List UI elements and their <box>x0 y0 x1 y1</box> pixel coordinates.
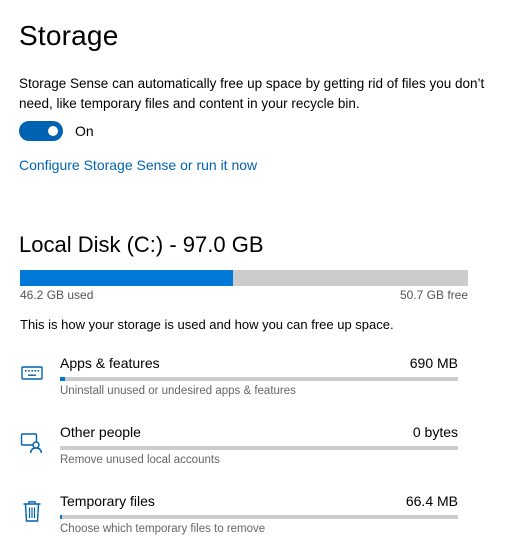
category-size: 66.4 MB <box>405 493 458 509</box>
storage-sense-description: Storage Sense can automatically free up … <box>19 76 485 111</box>
disk-used-label: 46.2 GB used <box>20 288 94 302</box>
disk-usage-bar-fill <box>20 270 234 286</box>
category-size: 690 MB <box>409 355 458 371</box>
toggle-knob <box>48 126 58 136</box>
category-temporary-files[interactable]: Temporary files 66.4 MB Choose which tem… <box>20 493 458 543</box>
storage-sense-toggle[interactable] <box>19 121 63 141</box>
category-description: Remove unused local accounts <box>60 454 220 466</box>
configure-storage-sense-link[interactable]: Configure Storage Sense or run it now <box>19 157 257 173</box>
keyboard-icon <box>20 361 44 385</box>
category-usage-bar-fill <box>60 515 63 519</box>
category-description: Uninstall unused or undesired apps & fea… <box>60 385 296 397</box>
category-usage-bar <box>60 446 458 450</box>
category-name: Other people <box>60 424 141 440</box>
category-apps-features[interactable]: Apps & features 690 MB Uninstall unused … <box>20 355 458 405</box>
people-icon <box>20 430 44 454</box>
category-description: Choose which temporary files to remove <box>60 523 266 535</box>
disk-free-label: 50.7 GB free <box>399 288 468 302</box>
category-other-people[interactable]: Other people 0 bytes Remove unused local… <box>20 424 458 474</box>
disk-title: Local Disk (C:) - 97.0 GB <box>19 232 264 257</box>
disk-usage-bar <box>20 270 468 286</box>
toggle-state-label: On <box>75 123 94 139</box>
usage-caption: This is how your storage is used and how… <box>20 317 394 332</box>
category-usage-bar <box>60 515 458 519</box>
category-name: Temporary files <box>60 493 155 509</box>
category-usage-bar <box>60 377 458 381</box>
page-title: Storage <box>19 20 119 51</box>
storage-sense-toggle-row: On <box>19 120 94 142</box>
category-size: 0 bytes <box>412 424 458 440</box>
category-usage-bar-fill <box>60 377 65 381</box>
category-name: Apps & features <box>60 355 160 371</box>
trash-icon <box>20 499 44 523</box>
